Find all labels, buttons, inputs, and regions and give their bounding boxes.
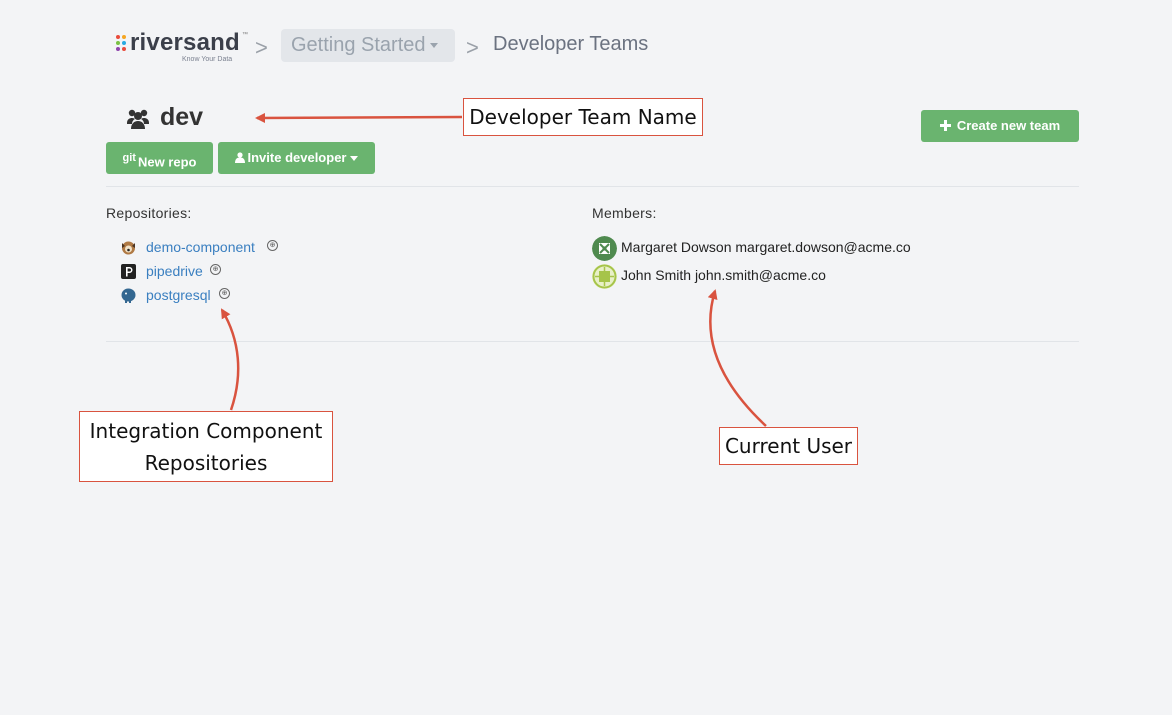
annotation-repositories: Integration Component Repositories — [79, 411, 333, 482]
annotation-repositories-line1: Integration Component — [89, 419, 323, 443]
team-name-arrow — [255, 112, 463, 123]
annotation-team-name: Developer Team Name — [463, 98, 703, 136]
repos-arrow — [220, 308, 240, 411]
annotation-current-user: Current User — [719, 427, 858, 465]
annotation-repositories-line2: Repositories — [144, 451, 268, 475]
current-user-arrow — [707, 289, 767, 427]
